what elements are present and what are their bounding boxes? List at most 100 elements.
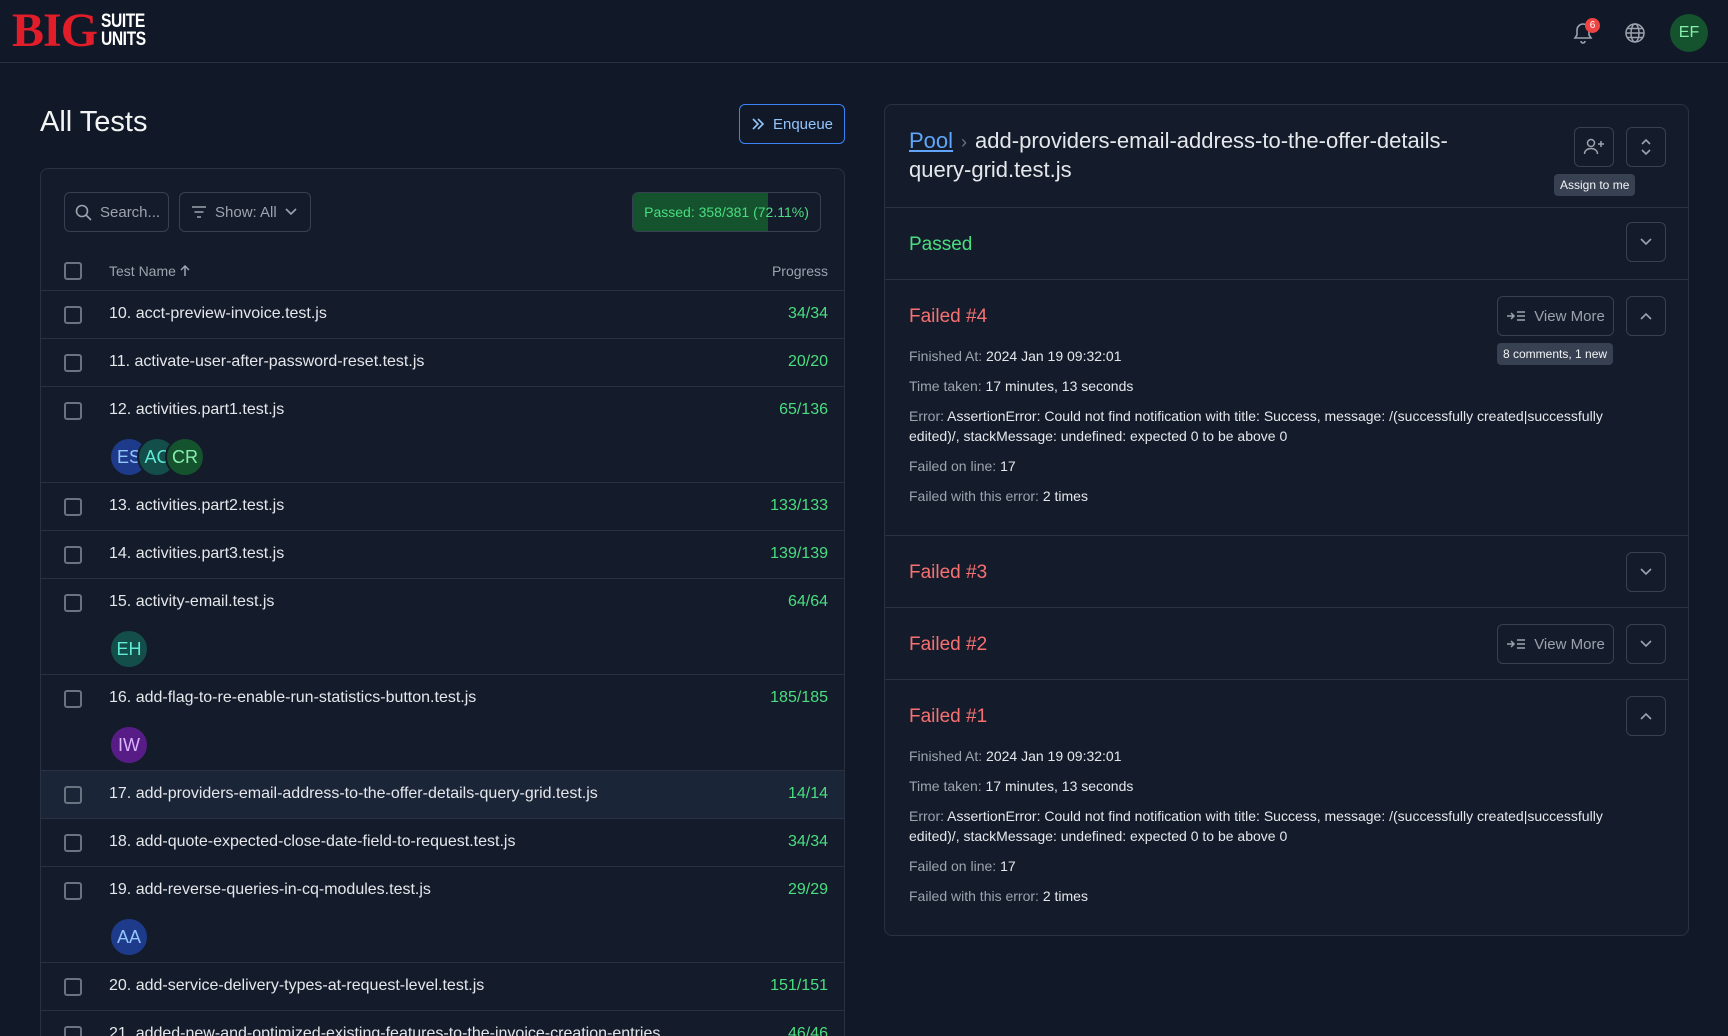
table-row[interactable]: 14. activities.part3.test.js 139/139 [41, 531, 844, 579]
failed-2-view-more-label: View More [1534, 635, 1605, 653]
breadcrumb-pool-link[interactable]: Pool [909, 128, 953, 153]
filter-icon [192, 206, 206, 218]
assignee-avatars: ES AC CR [109, 437, 205, 477]
failed-2-view-more-button[interactable]: View More [1497, 624, 1614, 664]
failed-4-error: Error: AssertionError: Could not find no… [909, 406, 1640, 446]
test-name: 19. add-reverse-queries-in-cq-modules.te… [109, 881, 431, 898]
line-value: 17 [1000, 858, 1016, 874]
row-checkbox[interactable] [64, 546, 82, 564]
test-progress: 29/29 [787, 881, 828, 898]
enqueue-button[interactable]: Enqueue [739, 104, 845, 144]
line-value: 17 [1000, 458, 1016, 474]
passed-section: Passed [885, 208, 1688, 280]
assignee-avatar[interactable]: CR [165, 437, 205, 477]
table-row[interactable]: 18. add-quote-expected-close-date-field-… [41, 819, 844, 867]
finished-label: Finished At: [909, 348, 983, 364]
test-progress: 20/20 [787, 353, 828, 370]
count-label: Failed with this error: [909, 888, 1039, 904]
row-checkbox[interactable] [64, 498, 82, 516]
failed-4-view-more-label: View More [1534, 307, 1605, 325]
row-checkbox[interactable] [64, 306, 82, 324]
notifications-button[interactable]: 6 [1566, 16, 1600, 50]
search-placeholder: Search... [100, 203, 161, 221]
table-row[interactable]: 17. add-providers-email-address-to-the-o… [41, 771, 844, 819]
test-progress: 14/14 [787, 785, 828, 802]
test-name: 15. activity-email.test.js [109, 593, 275, 610]
double-chevron-right-icon [752, 118, 765, 130]
row-checkbox[interactable] [64, 978, 82, 996]
assign-to-me-button[interactable] [1574, 127, 1614, 167]
row-checkbox[interactable] [64, 882, 82, 900]
failed-1-toggle-button[interactable] [1626, 696, 1666, 736]
failed-4-line: Failed on line: 17 [909, 456, 1640, 476]
table-row[interactable]: 20. add-service-delivery-types-at-reques… [41, 963, 844, 1011]
row-checkbox[interactable] [64, 594, 82, 612]
test-name-column-header[interactable]: Test Name [109, 263, 190, 279]
failed-4-section: Failed #4 View More 8 comments, 1 new Fi… [885, 280, 1688, 536]
user-plus-icon [1583, 138, 1604, 155]
passed-toggle-button[interactable] [1626, 222, 1666, 262]
test-name: 10. acct-preview-invoice.test.js [109, 305, 327, 322]
chevron-up-icon [1640, 712, 1652, 720]
search-input[interactable]: Search... [64, 192, 169, 232]
assignee-avatar[interactable]: EH [109, 629, 149, 669]
row-checkbox[interactable] [64, 402, 82, 420]
chevron-up-icon [1640, 312, 1652, 320]
page-title: All Tests [40, 106, 148, 138]
failed-4-toggle-button[interactable] [1626, 296, 1666, 336]
table-row[interactable]: 12. activities.part1.test.js 65/136 ES AC CR [41, 387, 844, 483]
progress-column-header: Progress [771, 263, 828, 279]
failed-3-section: Failed #3 [885, 536, 1688, 608]
table-row[interactable]: 19. add-reverse-queries-in-cq-modules.te… [41, 867, 844, 963]
failed-4-view-more-button[interactable]: View More [1497, 296, 1614, 336]
test-detail-panel: Pool › add-providers-email-address-to-the-… [884, 104, 1689, 936]
tests-table-body: 10. acct-preview-invoice.test.js 34/34 11.… [41, 291, 844, 1036]
row-checkbox[interactable] [64, 354, 82, 372]
logo-big-text: BIG [12, 4, 98, 57]
table-row[interactable]: 16. add-flag-to-re-enable-run-statistics… [41, 675, 844, 771]
show-filter-dropdown[interactable]: Show: All [179, 192, 311, 232]
table-row[interactable]: 13. activities.part2.test.js 133/133 [41, 483, 844, 531]
header-actions: 6 EF [1566, 14, 1708, 52]
logo-sub-text: SUITE UNITS [101, 12, 146, 50]
row-checkbox[interactable] [64, 1026, 82, 1036]
logo-line-2: UNITS [101, 29, 146, 50]
test-progress: 185/185 [770, 689, 828, 706]
failed-3-toggle-button[interactable] [1626, 552, 1666, 592]
error-value: AssertionError: Could not find notificat… [909, 408, 1603, 444]
table-row[interactable]: 15. activity-email.test.js 64/64 EH [41, 579, 844, 675]
assign-tooltip: Assign to me [1554, 174, 1636, 196]
test-progress: 34/34 [787, 305, 828, 322]
tests-list-card: Search... Show: All Passed: 358/381 (72.… [40, 168, 845, 1036]
table-row[interactable]: 11. activate-user-after-password-reset.t… [41, 339, 844, 387]
table-row[interactable]: 21. added-new-and-optimized-existing-fea… [41, 1011, 844, 1036]
assignee-avatars: EH [109, 629, 149, 669]
user-avatar[interactable]: EF [1670, 14, 1708, 52]
language-button[interactable] [1618, 16, 1652, 50]
count-value: 2 times [1042, 888, 1088, 904]
failed-1-section: Failed #1 Finished At: 2024 Jan 19 09:32… [885, 680, 1688, 935]
assignee-avatar[interactable]: AA [109, 917, 149, 957]
time-label: Time taken: [909, 778, 982, 794]
show-filter-label: Show: All [215, 203, 277, 221]
breadcrumb-current: add-providers-email-address-to-the-offer… [909, 128, 1448, 182]
row-checkbox[interactable] [64, 786, 82, 804]
expand-collapse-all-button[interactable] [1626, 127, 1666, 167]
failed-2-toggle-button[interactable] [1626, 624, 1666, 664]
list-arrow-icon [1507, 639, 1526, 649]
test-name: 16. add-flag-to-re-enable-run-statistics… [109, 689, 477, 706]
finished-value: 2024 Jan 19 09:32:01 [986, 748, 1122, 764]
table-row[interactable]: 10. acct-preview-invoice.test.js 34/34 [41, 291, 844, 339]
assignee-avatar[interactable]: IW [109, 725, 149, 765]
line-label: Failed on line: [909, 858, 997, 874]
failed-4-time-taken: Time taken: 17 minutes, 13 seconds [909, 376, 1640, 396]
finished-value: 2024 Jan 19 09:32:01 [986, 348, 1122, 364]
passed-summary-bar: Passed: 358/381 (72.11%) [632, 192, 821, 232]
error-value: AssertionError: Could not find notificat… [909, 808, 1603, 844]
app-logo[interactable]: BIG SUITE UNITS [12, 4, 156, 57]
chevron-down-icon [1640, 568, 1652, 576]
test-progress: 46/46 [787, 1025, 828, 1036]
row-checkbox[interactable] [64, 690, 82, 708]
select-all-checkbox[interactable] [64, 262, 82, 280]
row-checkbox[interactable] [64, 834, 82, 852]
